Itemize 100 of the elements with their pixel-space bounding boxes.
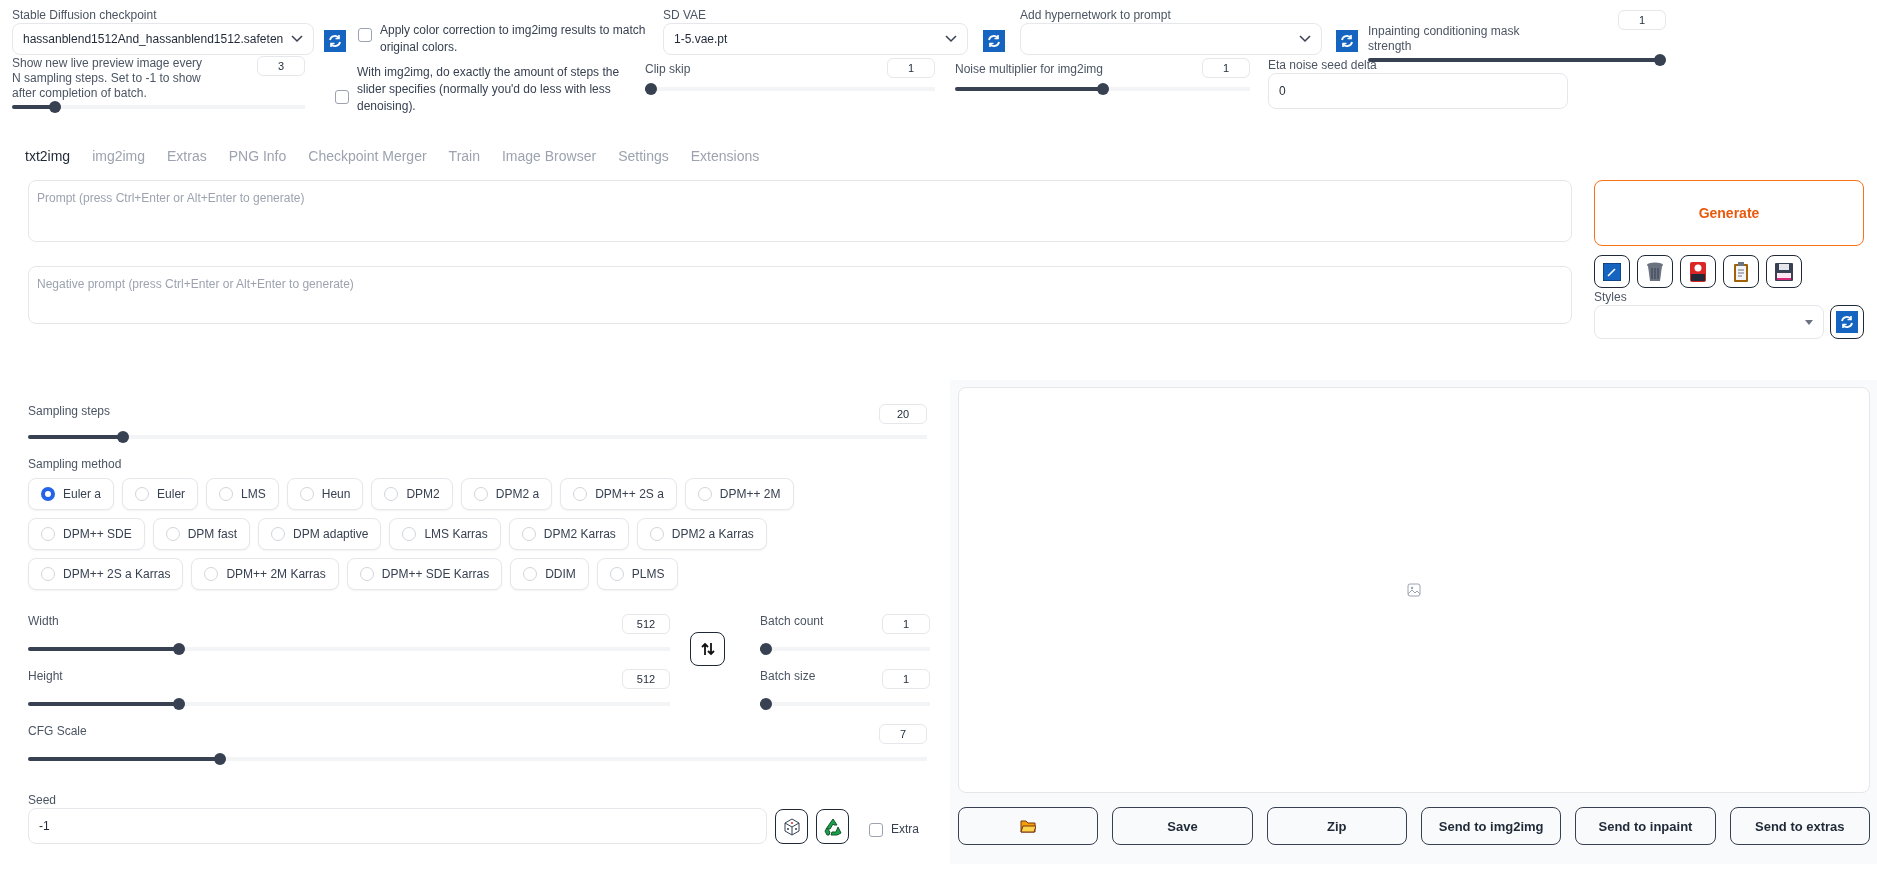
slider-label: Width xyxy=(28,614,59,629)
output-button[interactable]: Send to inpaint xyxy=(1575,807,1716,845)
field-label: Seed xyxy=(28,793,58,808)
refresh-icon[interactable] xyxy=(1836,311,1859,333)
dropdown[interactable]: 1-5.vae.pt xyxy=(663,23,968,55)
tool-button[interactable] xyxy=(1766,255,1802,288)
slider-thumb[interactable] xyxy=(116,431,129,443)
number-field[interactable]: 20 xyxy=(879,404,927,424)
dropdown-label: Styles xyxy=(1594,290,1628,305)
number-field[interactable]: 7 xyxy=(879,724,927,744)
tool-button[interactable] xyxy=(1680,255,1716,288)
card-icon xyxy=(1690,261,1706,282)
number-field[interactable]: 1 xyxy=(887,58,935,78)
number-field[interactable]: 512 xyxy=(622,669,670,689)
radio-option[interactable]: DPM2 xyxy=(371,478,453,510)
radio-option[interactable]: DPM2 Karras xyxy=(508,518,629,550)
slider-thumb[interactable] xyxy=(645,83,657,95)
image-icon xyxy=(1407,583,1421,597)
output-button[interactable]: Zip xyxy=(1266,807,1407,845)
folder-icon xyxy=(1020,819,1037,833)
checkbox-label: Extra xyxy=(891,821,919,838)
radio-option[interactable]: Euler xyxy=(122,478,199,510)
random-seed-button[interactable] xyxy=(775,809,808,844)
radio-option[interactable]: DDIM xyxy=(510,558,589,590)
radio-option[interactable]: DPM++ 2M xyxy=(684,478,794,510)
refresh-button[interactable] xyxy=(1830,305,1864,339)
number-field[interactable]: 1 xyxy=(882,614,930,634)
swap-arrows-icon xyxy=(700,642,715,656)
dropdown-label: Add hypernetwork to prompt xyxy=(1020,8,1172,23)
negative-prompt-field[interactable]: Negative prompt (press Ctrl+Enter or Alt+Enter to generate) xyxy=(28,266,1572,324)
checkbox-label: With img2img, do exactly the amount of steps the slider specifies (normally you'd do less with less denoising). xyxy=(357,64,621,115)
radio-option[interactable]: LMS Karras xyxy=(389,518,501,550)
slider-thumb[interactable] xyxy=(214,753,227,765)
slider-label: Clip skip xyxy=(645,62,691,77)
output-button[interactable]: Send to extras xyxy=(1729,807,1870,845)
swap-button[interactable] xyxy=(690,632,725,666)
slider-label: Show new live preview image every N sampling steps. Set to -1 to show after completion of batch. xyxy=(12,56,204,101)
radio-option[interactable]: Heun xyxy=(286,478,364,510)
radio-option[interactable]: Euler a xyxy=(28,478,115,510)
slider-thumb[interactable] xyxy=(760,643,772,655)
radio-option[interactable]: PLMS xyxy=(596,558,678,590)
number-field[interactable]: 1 xyxy=(882,669,930,689)
checkbox[interactable] xyxy=(358,28,372,42)
slider-label: Noise multiplier for img2img xyxy=(955,62,1104,77)
recycle-icon xyxy=(822,816,843,837)
checkbox-label: Apply color correction to img2img results to match original colors. xyxy=(380,22,647,56)
seed-field[interactable]: -1 xyxy=(28,808,767,844)
radio-group-label: Sampling method xyxy=(28,457,123,472)
dropdown-label: SD VAE xyxy=(663,8,708,23)
radio-option[interactable]: DPM++ 2S a Karras xyxy=(28,558,184,590)
tool-button[interactable] xyxy=(1637,255,1673,288)
reuse-seed-button[interactable] xyxy=(816,809,849,844)
slider-thumb[interactable] xyxy=(760,698,772,710)
checkbox[interactable] xyxy=(869,823,883,837)
number-field[interactable]: 3 xyxy=(257,56,305,76)
number-field[interactable]: 0 xyxy=(1268,73,1568,109)
radio-option[interactable]: DPM2 a xyxy=(460,478,553,510)
dropdown[interactable]: hassanblend1512And_hassanblend1512.safeten xyxy=(12,23,314,55)
refresh-icon[interactable] xyxy=(983,30,1005,52)
dice-icon xyxy=(782,817,801,836)
slider-label: Height xyxy=(28,669,63,684)
radio-button[interactable] xyxy=(41,487,55,501)
refresh-icon[interactable] xyxy=(1336,30,1358,52)
radio-option[interactable]: DPM++ SDE Karras xyxy=(346,558,503,590)
radio-option[interactable]: DPM adaptive xyxy=(258,518,382,550)
slider-thumb[interactable] xyxy=(172,698,185,710)
slider-label: CFG Scale xyxy=(28,724,87,739)
checkbox[interactable] xyxy=(335,90,349,104)
generate-button[interactable]: Generate xyxy=(1594,180,1864,246)
radio-option[interactable]: DPM++ 2S a xyxy=(560,478,677,510)
caret-icon xyxy=(1805,319,1814,325)
radio-option[interactable]: DPM2 a Karras xyxy=(636,518,767,550)
slider-label: Batch count xyxy=(760,614,824,629)
refresh-icon[interactable] xyxy=(324,30,346,52)
open-folder-button[interactable] xyxy=(958,807,1099,845)
slider-label: Batch size xyxy=(760,669,816,684)
number-field[interactable]: 1 xyxy=(1618,10,1666,30)
number-field[interactable]: 1 xyxy=(1202,58,1250,78)
prompt-field[interactable]: Prompt (press Ctrl+Enter or Alt+Enter to generate) xyxy=(28,180,1572,242)
radio-option[interactable]: DPM++ SDE xyxy=(28,518,145,550)
slider-thumb[interactable] xyxy=(1654,54,1666,66)
slider-thumb[interactable] xyxy=(172,643,185,655)
radio-option[interactable]: DPM fast xyxy=(152,518,251,550)
chevron-down-icon xyxy=(945,35,957,43)
chevron-down-icon xyxy=(291,35,303,43)
number-field[interactable]: 512 xyxy=(622,614,670,634)
slider-thumb[interactable] xyxy=(48,101,61,113)
field-label: Eta noise seed delta xyxy=(1268,58,1378,73)
output-button[interactable]: Send to img2img xyxy=(1421,807,1562,845)
output-button[interactable]: Save xyxy=(1112,807,1253,845)
radio-option[interactable]: DPM++ 2M Karras xyxy=(191,558,339,590)
radio-option[interactable]: LMS xyxy=(206,478,279,510)
clipboard-icon xyxy=(1733,261,1749,282)
tab[interactable]: txt2img xyxy=(14,140,82,172)
tool-button[interactable] xyxy=(1723,255,1759,288)
slider-label: Inpainting conditioning mask strength xyxy=(1368,24,1521,54)
trash-icon xyxy=(1646,261,1664,282)
tool-button[interactable] xyxy=(1594,255,1630,288)
slider-thumb[interactable] xyxy=(1096,83,1109,95)
dropdown-label: Stable Diffusion checkpoint xyxy=(12,8,158,23)
